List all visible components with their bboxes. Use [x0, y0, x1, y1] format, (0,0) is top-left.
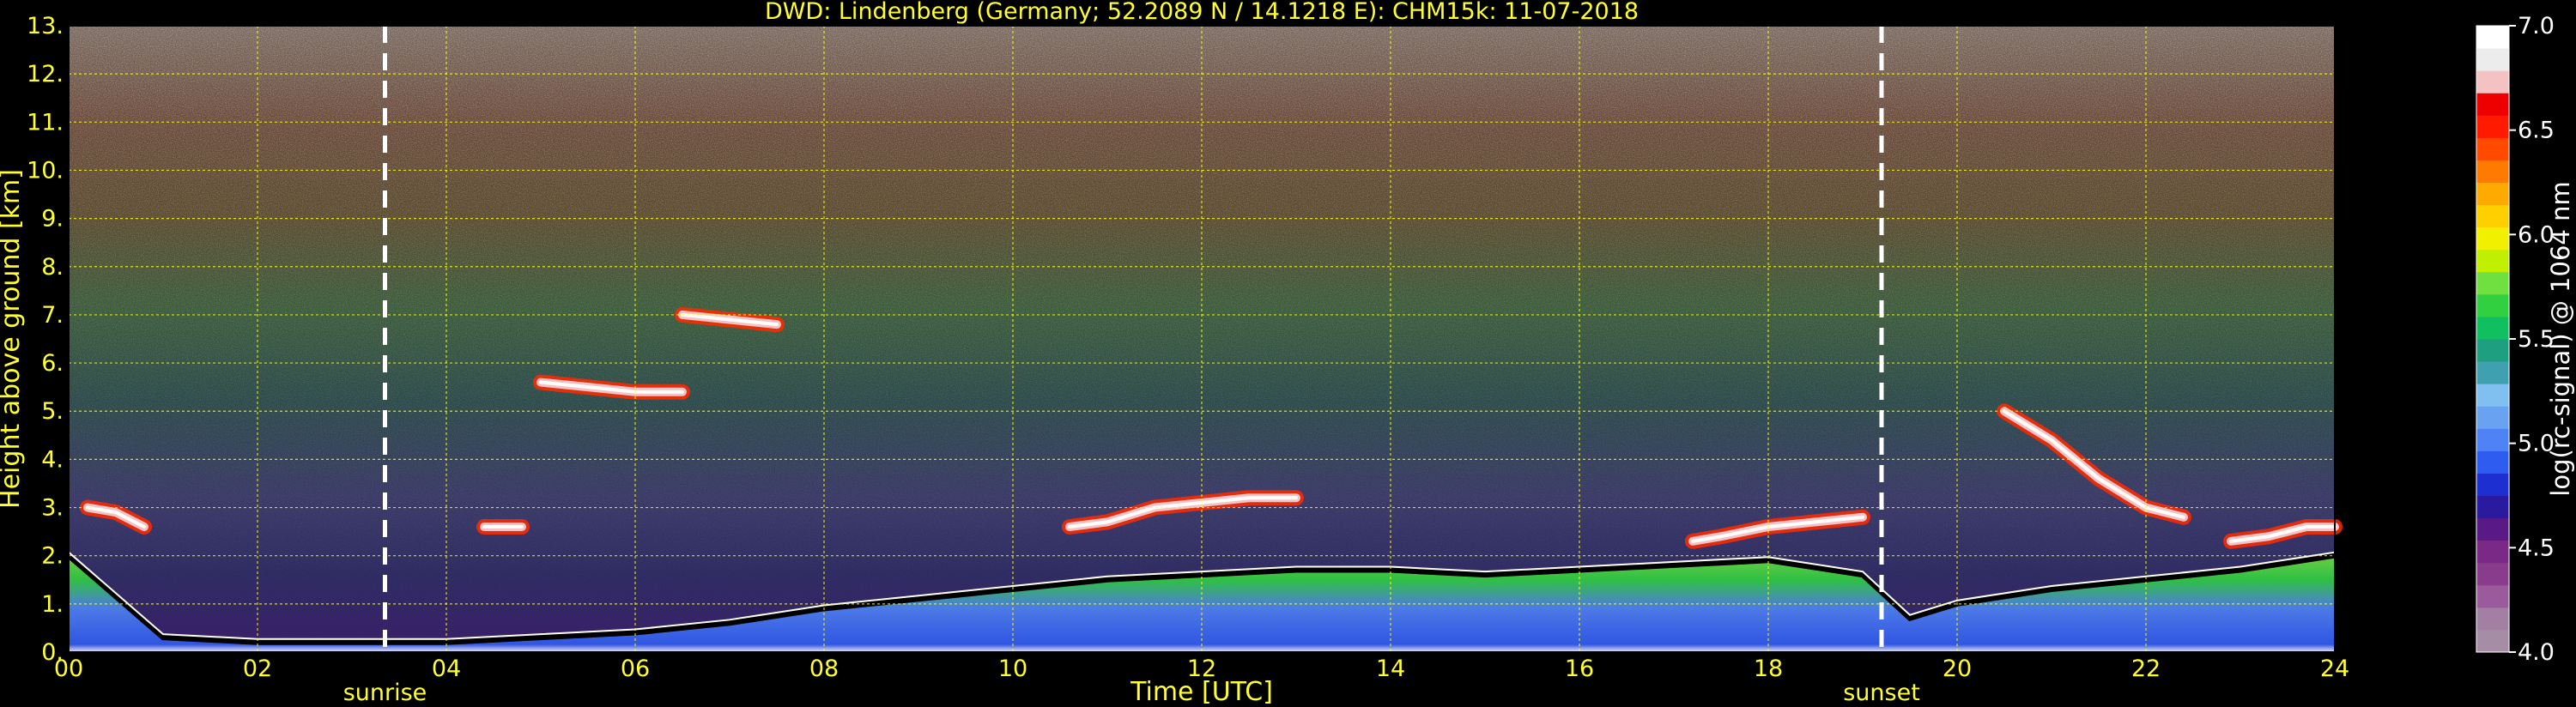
colorbar-segment — [2476, 204, 2509, 228]
y-tick-label: 13. — [27, 13, 64, 39]
colorbar-segment — [2476, 517, 2509, 541]
plot-area — [67, 25, 2343, 653]
y-tick-label: 5. — [41, 398, 64, 425]
y-tick-label: 12. — [27, 61, 64, 88]
y-tick-label: 11. — [27, 109, 64, 136]
y-tick-label: 4. — [41, 446, 64, 473]
colorbar-segment — [2476, 339, 2509, 362]
y-axis-ticks: 0.1.2.3.4.5.6.7.8.9.10.11.12.13. — [27, 13, 64, 666]
colorbar-segment — [2476, 293, 2509, 317]
x-axis-label: Time [UTC] — [1130, 677, 1273, 707]
colorbar-segment — [2476, 70, 2509, 94]
x-tick-label: 24 — [2320, 656, 2349, 682]
y-tick-label: 6. — [41, 350, 64, 377]
x-tick-label: 16 — [1565, 656, 1594, 682]
colorbar-segment — [2476, 26, 2509, 49]
x-tick-label: 14 — [1376, 656, 1405, 682]
x-tick-label: 10 — [998, 656, 1027, 682]
colorbar-segment — [2476, 115, 2509, 138]
colorbar-segment — [2476, 93, 2509, 116]
colorbar-segment — [2476, 160, 2509, 183]
colorbar-segment — [2476, 48, 2509, 71]
colorbar-segment — [2476, 406, 2509, 429]
x-tick-label: 08 — [809, 656, 839, 682]
colorbar-segment — [2476, 227, 2509, 251]
colorbar-segment — [2476, 182, 2509, 206]
colorbar-segment — [2476, 384, 2509, 407]
x-tick-label: 02 — [243, 656, 272, 682]
colorbar-segment — [2476, 562, 2509, 586]
chart-title: DWD: Lindenberg (Germany; 52.2089 N / 14… — [765, 0, 1639, 25]
y-tick-label: 10. — [27, 157, 64, 184]
colorbar-tick-label: 4.0 — [2518, 639, 2555, 666]
y-axis-label: Height above ground [km] — [0, 169, 26, 509]
colorbar-segment — [2476, 271, 2509, 295]
ceilometer-figure: DWD: Lindenberg (Germany; 52.2089 N / 14… — [0, 0, 2575, 707]
y-tick-label: 8. — [41, 254, 64, 281]
colorbar-segment — [2476, 249, 2509, 273]
colorbar-tick-label: 6.5 — [2518, 118, 2555, 144]
event-label-sunset: sunset — [1843, 680, 1920, 706]
colorbar-tick-label: 4.5 — [2518, 535, 2555, 561]
colorbar-segment — [2476, 361, 2509, 384]
colorbar-segment — [2476, 428, 2509, 451]
colorbar-segment — [2476, 137, 2509, 160]
x-tick-label: 22 — [2131, 656, 2161, 682]
colorbar-segment — [2476, 450, 2509, 474]
x-tick-label: 20 — [1943, 656, 1972, 682]
colorbar-segment — [2476, 584, 2509, 608]
colorbar-segment — [2476, 607, 2509, 631]
x-tick-label: 18 — [1754, 656, 1783, 682]
x-tick-label: 04 — [432, 656, 461, 682]
y-tick-label: 1. — [41, 591, 64, 618]
colorbar-segment — [2476, 540, 2509, 564]
event-label-sunrise: sunrise — [343, 680, 427, 706]
colorbar-tick-label: 7.0 — [2518, 13, 2555, 39]
x-tick-label: 00 — [54, 656, 83, 682]
y-tick-label: 2. — [41, 543, 64, 570]
colorbar-segment — [2476, 473, 2509, 496]
y-tick-label: 7. — [41, 302, 64, 329]
colorbar — [2476, 25, 2510, 653]
colorbar-label: log(rc-signal) @ 1064 nm — [2546, 181, 2575, 496]
y-tick-label: 3. — [41, 495, 64, 522]
x-tick-label: 06 — [621, 656, 650, 682]
colorbar-segment — [2476, 629, 2509, 653]
y-tick-label: 9. — [41, 206, 64, 233]
colorbar-segment — [2476, 495, 2509, 519]
colorbar-segment — [2476, 316, 2509, 340]
